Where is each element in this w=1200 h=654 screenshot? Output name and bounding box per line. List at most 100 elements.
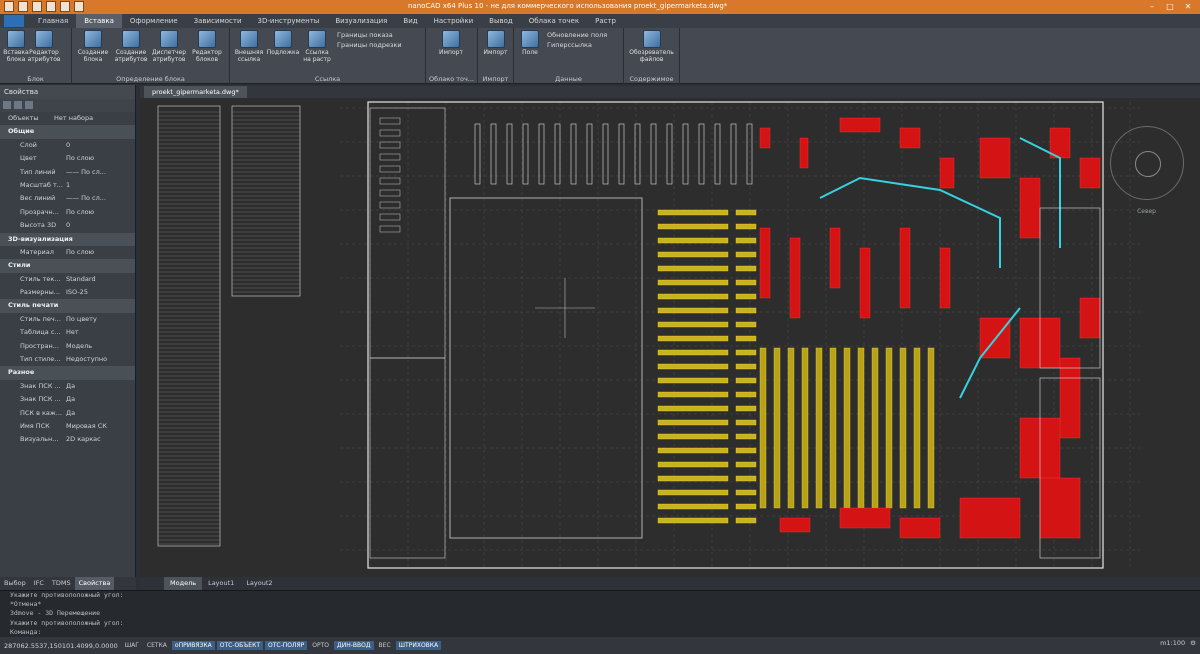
property-value[interactable]: 2D каркас bbox=[64, 433, 135, 446]
ribbon-tab[interactable]: Оформление bbox=[122, 14, 186, 28]
property-row[interactable]: Масштаб т... 1 bbox=[0, 179, 135, 192]
property-row[interactable]: Цвет По слою bbox=[0, 152, 135, 165]
property-value[interactable]: ISO-25 bbox=[64, 286, 135, 299]
panel-tab[interactable]: TDMS bbox=[48, 577, 75, 590]
status-toggle[interactable]: ШТРИХОВКА bbox=[395, 641, 442, 650]
viewcube-compass[interactable] bbox=[1110, 126, 1184, 200]
command-line[interactable]: Укажите противоположный угол: *Отмена* 3dm… bbox=[0, 590, 1200, 637]
property-value[interactable]: По цвету bbox=[64, 313, 135, 326]
property-row[interactable]: Размерны... ISO-25 bbox=[0, 286, 135, 299]
minimize-icon[interactable]: – bbox=[1146, 1, 1158, 12]
property-row[interactable]: Визуальн... 2D каркас bbox=[0, 433, 135, 446]
status-toggle[interactable]: ШАГ bbox=[122, 641, 142, 650]
property-value[interactable]: Недоступно bbox=[64, 353, 135, 366]
status-toggle[interactable]: ОТС-ОБЪЕКТ bbox=[216, 641, 264, 650]
property-value[interactable]: Да bbox=[64, 380, 135, 393]
property-value[interactable]: 0 bbox=[64, 219, 135, 232]
close-icon[interactable]: ✕ bbox=[1182, 1, 1194, 12]
property-section-header[interactable]: 3D-визуализация bbox=[0, 232, 135, 246]
update-field-button[interactable]: Обновление поля bbox=[545, 30, 607, 40]
property-row[interactable]: Прозрачн... По слою bbox=[0, 206, 135, 219]
property-row[interactable]: Стиль тек... Standard bbox=[0, 273, 135, 286]
property-value[interactable]: Да bbox=[64, 393, 135, 406]
print-icon[interactable] bbox=[74, 1, 84, 12]
property-value[interactable]: 1 bbox=[64, 179, 135, 192]
status-toggle[interactable]: ОРТО bbox=[309, 641, 332, 650]
ribbon-tab[interactable]: Настройки bbox=[426, 14, 482, 28]
ribbon-tab[interactable]: 3D-инструменты bbox=[250, 14, 328, 28]
quick-select-icon[interactable] bbox=[14, 101, 22, 109]
status-toggle[interactable]: оПРИВЯЗКА bbox=[171, 641, 215, 650]
property-value[interactable]: По слою bbox=[64, 246, 135, 259]
property-row[interactable]: Имя ПСК Мировая СК bbox=[0, 420, 135, 433]
property-value[interactable]: Мировая СК bbox=[64, 420, 135, 433]
property-value[interactable]: Standard bbox=[64, 273, 135, 286]
redo-icon[interactable] bbox=[60, 1, 70, 12]
property-row[interactable]: Знак ПСК ... Да bbox=[0, 393, 135, 406]
ribbon-tab[interactable]: Вывод bbox=[481, 14, 521, 28]
panel-tab[interactable]: IFC bbox=[30, 577, 48, 590]
yellow-shelf bbox=[657, 419, 729, 426]
ribbon: Вставка блока Редактор атрибутов Блок Со… bbox=[0, 28, 1200, 84]
property-section-header[interactable]: Стиль печати bbox=[0, 299, 135, 313]
new-file-icon[interactable] bbox=[4, 1, 14, 12]
property-row[interactable]: Знак ПСК ... Да bbox=[0, 380, 135, 393]
property-section-header[interactable]: Общие bbox=[0, 125, 135, 139]
property-row[interactable]: Материал По слою bbox=[0, 246, 135, 259]
clip-bounds-button[interactable]: Границы подрезки bbox=[335, 40, 402, 50]
property-row[interactable]: Вес линий —— По сл... bbox=[0, 192, 135, 205]
select-objects-icon[interactable] bbox=[3, 101, 11, 109]
property-row[interactable]: Тип стиле... Недоступно bbox=[0, 353, 135, 366]
undo-icon[interactable] bbox=[46, 1, 56, 12]
property-row[interactable]: Слой 0 bbox=[0, 139, 135, 152]
ribbon-tab[interactable]: Главная bbox=[30, 14, 76, 28]
open-file-icon[interactable] bbox=[18, 1, 28, 12]
status-toggle[interactable]: ДИН-ВВОД bbox=[334, 641, 374, 650]
property-value[interactable]: По слою bbox=[64, 152, 135, 165]
layout-tab[interactable]: Модель bbox=[164, 577, 203, 590]
status-bar: 287062.5537,150101.4099,0.0000 ШАГ СЕТКА о… bbox=[0, 637, 1200, 654]
layout-tab[interactable]: Layout1 bbox=[202, 577, 240, 590]
status-toggle[interactable]: СЕТКА bbox=[144, 641, 170, 650]
status-toggle[interactable]: ОТС-ПОЛЯР bbox=[265, 641, 308, 650]
property-value[interactable]: По слою bbox=[64, 206, 135, 219]
drawing-canvas[interactable]: Север bbox=[140, 98, 1200, 577]
ribbon-tab[interactable]: Облака точек bbox=[521, 14, 587, 28]
property-row[interactable]: Высота 3D 0 bbox=[0, 219, 135, 232]
ribbon-tab[interactable]: Растр bbox=[587, 14, 624, 28]
property-value[interactable]: —— По сл... bbox=[64, 192, 135, 205]
objects-row[interactable]: Объекты Нет набора bbox=[0, 112, 135, 125]
property-section-header[interactable]: Разное bbox=[0, 366, 135, 380]
ribbon-tab[interactable]: Вид bbox=[395, 14, 425, 28]
properties-list: Общие Слой 0 Цвет По слою Тип линий —— По сл..… bbox=[0, 125, 135, 446]
toggle-pickadd-icon[interactable] bbox=[25, 101, 33, 109]
property-value[interactable]: —— По сл... bbox=[64, 166, 135, 179]
property-row[interactable]: Тип линий —— По сл... bbox=[0, 166, 135, 179]
ribbon-tab[interactable]: Визуализация bbox=[327, 14, 395, 28]
maximize-icon[interactable]: □ bbox=[1164, 1, 1176, 12]
hyperlink-button[interactable]: Гиперссылка bbox=[545, 40, 607, 50]
property-value[interactable]: Модель bbox=[64, 340, 135, 353]
settings-icon[interactable]: ⚙ bbox=[1190, 639, 1196, 647]
rack bbox=[506, 123, 513, 185]
ribbon-tab[interactable]: Вставка bbox=[76, 14, 122, 28]
app-menu-button[interactable] bbox=[4, 15, 24, 27]
property-row[interactable]: Стиль печ... По цвету bbox=[0, 313, 135, 326]
save-icon[interactable] bbox=[32, 1, 42, 12]
ribbon-tab[interactable]: Зависимости bbox=[186, 14, 250, 28]
status-toggle[interactable]: ВЕС bbox=[376, 641, 394, 650]
property-value[interactable]: 0 bbox=[64, 139, 135, 152]
viewcube-label: Север bbox=[1137, 208, 1156, 215]
panel-tab[interactable]: Выбор bbox=[0, 577, 30, 590]
property-row[interactable]: Таблица с... Нет bbox=[0, 326, 135, 339]
document-tab[interactable]: proekt_gipermarketa.dwg* bbox=[144, 86, 247, 98]
scale-readout[interactable]: m1:100 bbox=[1160, 639, 1185, 647]
show-bounds-button[interactable]: Границы показа bbox=[335, 30, 402, 40]
property-value[interactable]: Нет bbox=[64, 326, 135, 339]
property-value[interactable]: Да bbox=[64, 407, 135, 420]
property-row[interactable]: Простран... Модель bbox=[0, 340, 135, 353]
property-row[interactable]: ПСК в каж... Да bbox=[0, 407, 135, 420]
layout-tab[interactable]: Layout2 bbox=[240, 577, 278, 590]
panel-tab[interactable]: Свойства bbox=[74, 577, 115, 590]
property-section-header[interactable]: Стили bbox=[0, 259, 135, 273]
